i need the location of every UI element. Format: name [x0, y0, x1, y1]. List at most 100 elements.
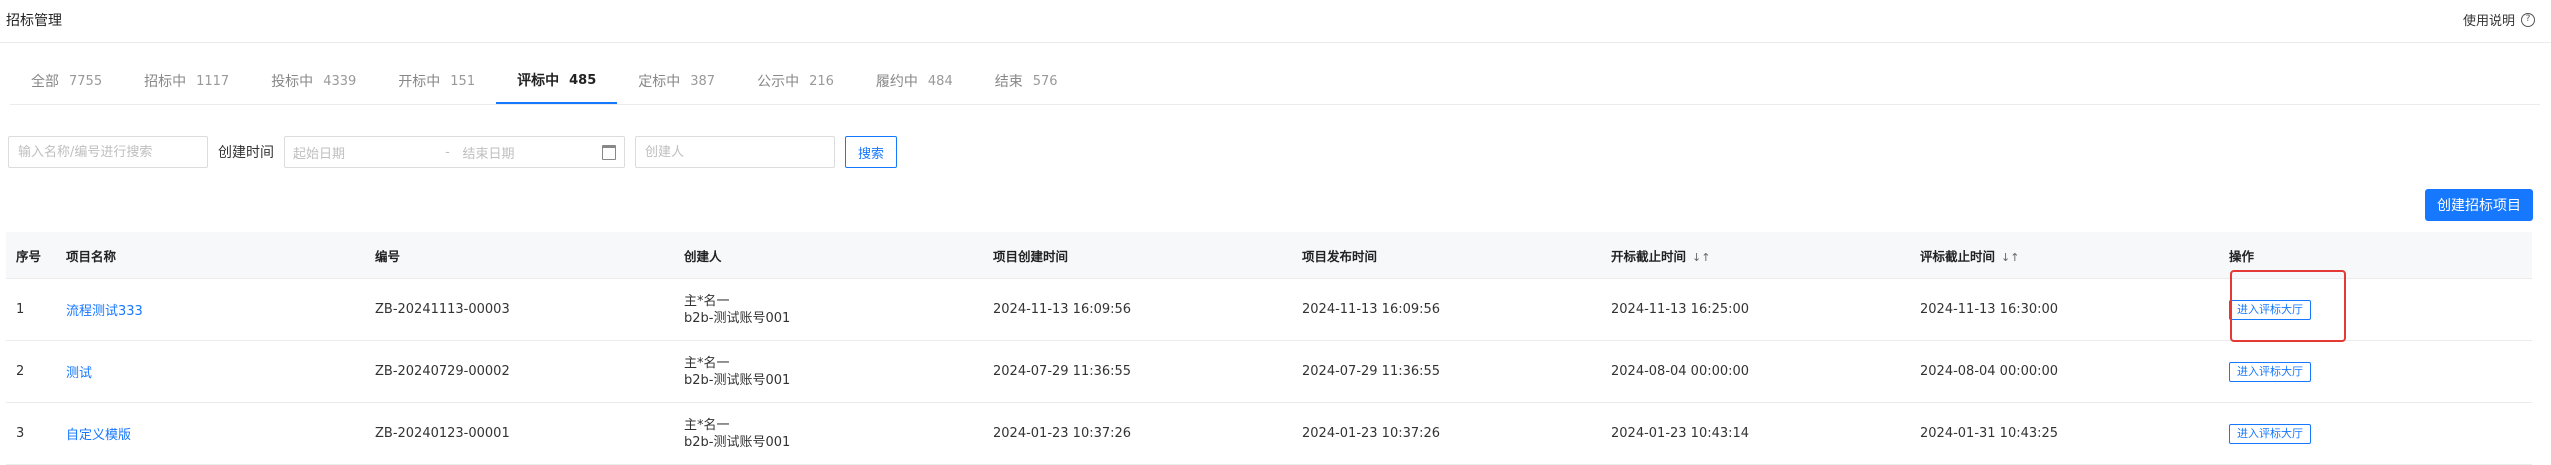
created-time: 2024-07-29 11:36:55 [993, 364, 1132, 379]
project-code: ZB-20240729-00002 [375, 364, 510, 379]
project-code: ZB-20240123-00001 [375, 426, 510, 441]
status-tabs: 全部 7755 招标中 1117 投标中 4339 开标中 151 评标中 485 定标中… [10, 58, 2540, 105]
open-deadline: 2024-08-04 00:00:00 [1611, 364, 1750, 379]
creator-account: b2b-测试账号001 [684, 310, 791, 326]
tab-awarding[interactable]: 定标中 387 [617, 58, 736, 104]
keyword-search-input[interactable] [8, 136, 208, 168]
header-actions: 操作 [2229, 248, 2255, 264]
tab-count: 576 [1032, 73, 1058, 89]
tab-count: 151 [450, 73, 476, 89]
tab-label: 招标中 [144, 74, 187, 90]
tab-label: 结束 [994, 74, 1023, 90]
creator-cell: 主*名一 b2b-测试账号001 [674, 293, 983, 327]
question-circle-icon: ? [2521, 12, 2535, 27]
tab-label: 开标中 [398, 74, 441, 90]
row-index: 1 [16, 302, 25, 317]
header-creator: 创建人 [684, 248, 722, 264]
date-range-picker[interactable]: 起始日期 - 结束日期 [284, 136, 625, 168]
eval-deadline: 2024-11-13 16:30:00 [1920, 302, 2059, 317]
published-time: 2024-07-29 11:36:55 [1302, 364, 1441, 379]
date-filter-label: 创建时间 [218, 145, 274, 161]
tab-bidding-open[interactable]: 招标中 1117 [123, 58, 250, 104]
search-button[interactable]: 搜索 [845, 136, 898, 168]
page-title: 招标管理 [6, 13, 62, 29]
actions-cell: 进入评标大厅 [2219, 423, 2532, 444]
help-label: 使用说明 [2462, 14, 2515, 29]
sort-icon[interactable]: ↓↑ [1692, 251, 1710, 264]
created-time: 2024-01-23 10:37:26 [993, 426, 1132, 441]
tab-label: 评标中 [517, 73, 560, 89]
tab-count: 216 [809, 73, 834, 89]
tab-count: 484 [927, 73, 953, 89]
end-date-field[interactable]: 结束日期 [462, 143, 602, 162]
creator-account: b2b-测试账号001 [684, 372, 791, 388]
actions-cell: 进入评标大厅 [2219, 361, 2532, 382]
eval-deadline: 2024-08-04 00:00:00 [1920, 364, 2059, 379]
open-deadline: 2024-11-13 16:25:00 [1611, 302, 1750, 317]
header-eval-deadline-label: 评标截止时间 [1920, 248, 1996, 264]
row-index: 2 [16, 364, 25, 379]
tab-label: 公示中 [757, 74, 800, 90]
start-date-field[interactable]: 起始日期 [293, 143, 433, 162]
tab-count: 4339 [323, 73, 357, 89]
tab-count: 485 [569, 72, 597, 88]
tab-label: 定标中 [638, 74, 681, 90]
tab-opening[interactable]: 开标中 151 [377, 58, 496, 104]
project-name[interactable]: 自定义模版 [66, 428, 131, 443]
calendar-icon [602, 144, 616, 160]
header-eval-deadline[interactable]: 评标截止时间 ↓↑ [1910, 246, 2219, 265]
header-index: 序号 [16, 248, 42, 264]
page-header: 招标管理 使用说明 ? [0, 0, 2551, 43]
tab-label: 投标中 [271, 74, 314, 90]
enter-evaluation-hall-button[interactable]: 进入评标大厅 [2229, 423, 2311, 444]
creator-account: b2b-测试账号001 [684, 434, 791, 450]
eval-deadline: 2024-01-31 10:43:25 [1920, 426, 2059, 441]
header-open-deadline[interactable]: 开标截止时间 ↓↑ [1601, 246, 1910, 265]
tab-publicizing[interactable]: 公示中 216 [736, 58, 855, 104]
project-table: 序号 项目名称 编号 创建人 项目创建时间 项目发布时间 开标截止时间 ↓↑ 评标… [6, 232, 2532, 465]
header-name: 项目名称 [66, 248, 117, 264]
tab-count: 387 [690, 73, 716, 89]
highlight-box [2230, 270, 2346, 342]
creator-cell: 主*名一 b2b-测试账号001 [674, 417, 983, 451]
creator-name: 主*名一 [684, 417, 730, 433]
filter-bar: 创建时间 起始日期 - 结束日期 搜索 [8, 135, 898, 169]
creator-cell: 主*名一 b2b-测试账号001 [674, 355, 983, 389]
creator-name: 主*名一 [684, 293, 730, 309]
row-index: 3 [16, 426, 25, 441]
creator-input[interactable] [635, 136, 835, 168]
date-separator: - [445, 144, 450, 160]
tab-evaluating[interactable]: 评标中 485 [496, 58, 618, 104]
table-header-row: 序号 项目名称 编号 创建人 项目创建时间 项目发布时间 开标截止时间 ↓↑ 评标… [6, 232, 2532, 279]
tab-label: 全部 [31, 74, 59, 90]
enter-evaluation-hall-button[interactable]: 进入评标大厅 [2229, 361, 2311, 382]
tab-count: 1117 [196, 73, 230, 89]
project-name-link[interactable]: 流程测试333 [56, 300, 365, 319]
project-name[interactable]: 流程测试333 [66, 304, 143, 319]
project-name[interactable]: 测试 [66, 366, 92, 381]
header-created: 项目创建时间 [993, 248, 1069, 264]
project-name-link[interactable]: 自定义模版 [56, 424, 365, 443]
create-project-button[interactable]: 创建招标项目 [2425, 189, 2533, 221]
tab-all[interactable]: 全部 7755 [10, 58, 123, 104]
project-name-link[interactable]: 测试 [56, 362, 365, 381]
creator-name: 主*名一 [684, 355, 730, 371]
table-row: 2 测试 ZB-20240729-00002 主*名一 b2b-测试账号001 … [6, 341, 2532, 403]
created-time: 2024-11-13 16:09:56 [993, 302, 1132, 317]
help-link[interactable]: 使用说明 ? [2463, 10, 2535, 29]
header-published: 项目发布时间 [1302, 248, 1378, 264]
project-code: ZB-20241113-00003 [375, 302, 510, 317]
published-time: 2024-01-23 10:37:26 [1302, 426, 1441, 441]
table-row: 1 流程测试333 ZB-20241113-00003 主*名一 b2b-测试账… [6, 279, 2532, 341]
sort-icon[interactable]: ↓↑ [2001, 251, 2019, 264]
tab-finished[interactable]: 结束 576 [974, 58, 1079, 104]
published-time: 2024-11-13 16:09:56 [1302, 302, 1441, 317]
open-deadline: 2024-01-23 10:43:14 [1611, 426, 1750, 441]
tab-submitting[interactable]: 投标中 4339 [250, 58, 377, 104]
table-row: 3 自定义模版 ZB-20240123-00001 主*名一 b2b-测试账号0… [6, 403, 2532, 465]
header-code: 编号 [375, 248, 401, 264]
tab-performing[interactable]: 履约中 484 [855, 58, 974, 104]
header-open-deadline-label: 开标截止时间 [1611, 248, 1687, 264]
tab-count: 7755 [69, 73, 103, 89]
tab-label: 履约中 [875, 74, 918, 90]
